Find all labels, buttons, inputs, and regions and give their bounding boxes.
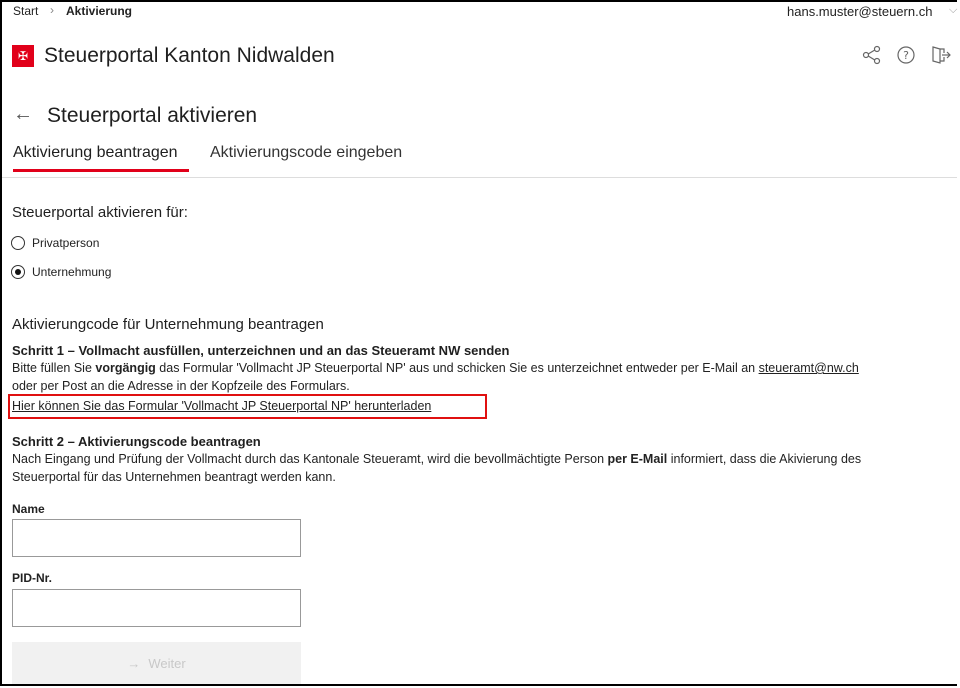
- pid-label: PID-Nr.: [12, 571, 53, 585]
- step1-text-a: Bitte füllen Sie: [12, 361, 96, 375]
- weiter-label: Weiter: [148, 655, 186, 671]
- step2-text: Nach Eingang und Prüfung der Vollmacht d…: [12, 450, 957, 468]
- activate-for-label: Steuerportal aktivieren für:: [12, 204, 188, 221]
- step1-text-b: das Formular 'Vollmacht JP Steuerportal …: [155, 361, 759, 375]
- weiter-button[interactable]: → Weiter: [12, 642, 301, 684]
- breadcrumb-current: Aktivierung: [66, 4, 133, 18]
- arrow-right-icon: →: [127, 655, 141, 671]
- chevron-down-icon[interactable]: ⌵: [949, 4, 957, 17]
- divider: [2, 177, 957, 178]
- step2-text-bold: per E-Mail: [607, 452, 668, 466]
- share-icon[interactable]: [862, 45, 882, 70]
- radio-label-privatperson[interactable]: Privatperson: [32, 236, 99, 250]
- top-bar: Start › Aktivierung hans.muster@steuern.…: [6, 2, 957, 22]
- step2-text-a: Nach Eingang und Prüfung der Vollmacht d…: [12, 452, 608, 466]
- radio-label-unternehmung[interactable]: Unternehmung: [32, 265, 111, 279]
- step1-title: Schritt 1 – Vollmacht ausfüllen, unterze…: [12, 343, 510, 358]
- step1-text-c: oder per Post an die Adresse in der Kopf…: [12, 379, 350, 393]
- tab-aktivierungscode-eingeben[interactable]: Aktivierungscode eingeben: [210, 144, 402, 162]
- section-title: Aktivierungcode für Unternehmung beantra…: [12, 316, 324, 333]
- logout-icon[interactable]: [930, 45, 952, 70]
- pid-input[interactable]: [12, 589, 301, 627]
- step2-text-c: Steuerportal für das Unternehmen beantra…: [12, 470, 336, 484]
- app-title: Steuerportal Kanton Nidwalden: [44, 44, 335, 67]
- email-link[interactable]: steueramt@nw.ch: [759, 361, 859, 375]
- tab-aktivierung-beantragen[interactable]: Aktivierung beantragen: [13, 144, 178, 162]
- account-email[interactable]: hans.muster@steuern.ch: [787, 4, 932, 19]
- page-title: Steuerportal aktivieren: [47, 104, 258, 127]
- radio-privatperson[interactable]: [11, 236, 25, 250]
- active-tab-indicator: [13, 169, 189, 172]
- help-icon[interactable]: ?: [896, 45, 916, 70]
- breadcrumb-separator-icon: ›: [50, 3, 54, 17]
- back-arrow-icon[interactable]: ←: [13, 103, 33, 126]
- radio-unternehmung[interactable]: [11, 265, 25, 279]
- step2-text-b: informiert, dass die Akivierung des: [667, 452, 862, 466]
- canton-logo: ✠: [12, 45, 34, 67]
- download-form-link[interactable]: Hier können Sie das Formular 'Vollmacht …: [12, 399, 431, 413]
- step1-text: Bitte füllen Sie vorgängig das Formular …: [12, 359, 952, 377]
- name-label: Name: [12, 502, 45, 516]
- step1-text-bold: vorgängig: [95, 361, 156, 375]
- logo-glyph: ✠: [17, 49, 29, 63]
- svg-text:?: ?: [903, 49, 909, 62]
- name-input[interactable]: [12, 519, 301, 557]
- breadcrumb-start[interactable]: Start: [13, 4, 38, 18]
- step2-title: Schritt 2 – Aktivierungscode beantragen: [12, 434, 261, 449]
